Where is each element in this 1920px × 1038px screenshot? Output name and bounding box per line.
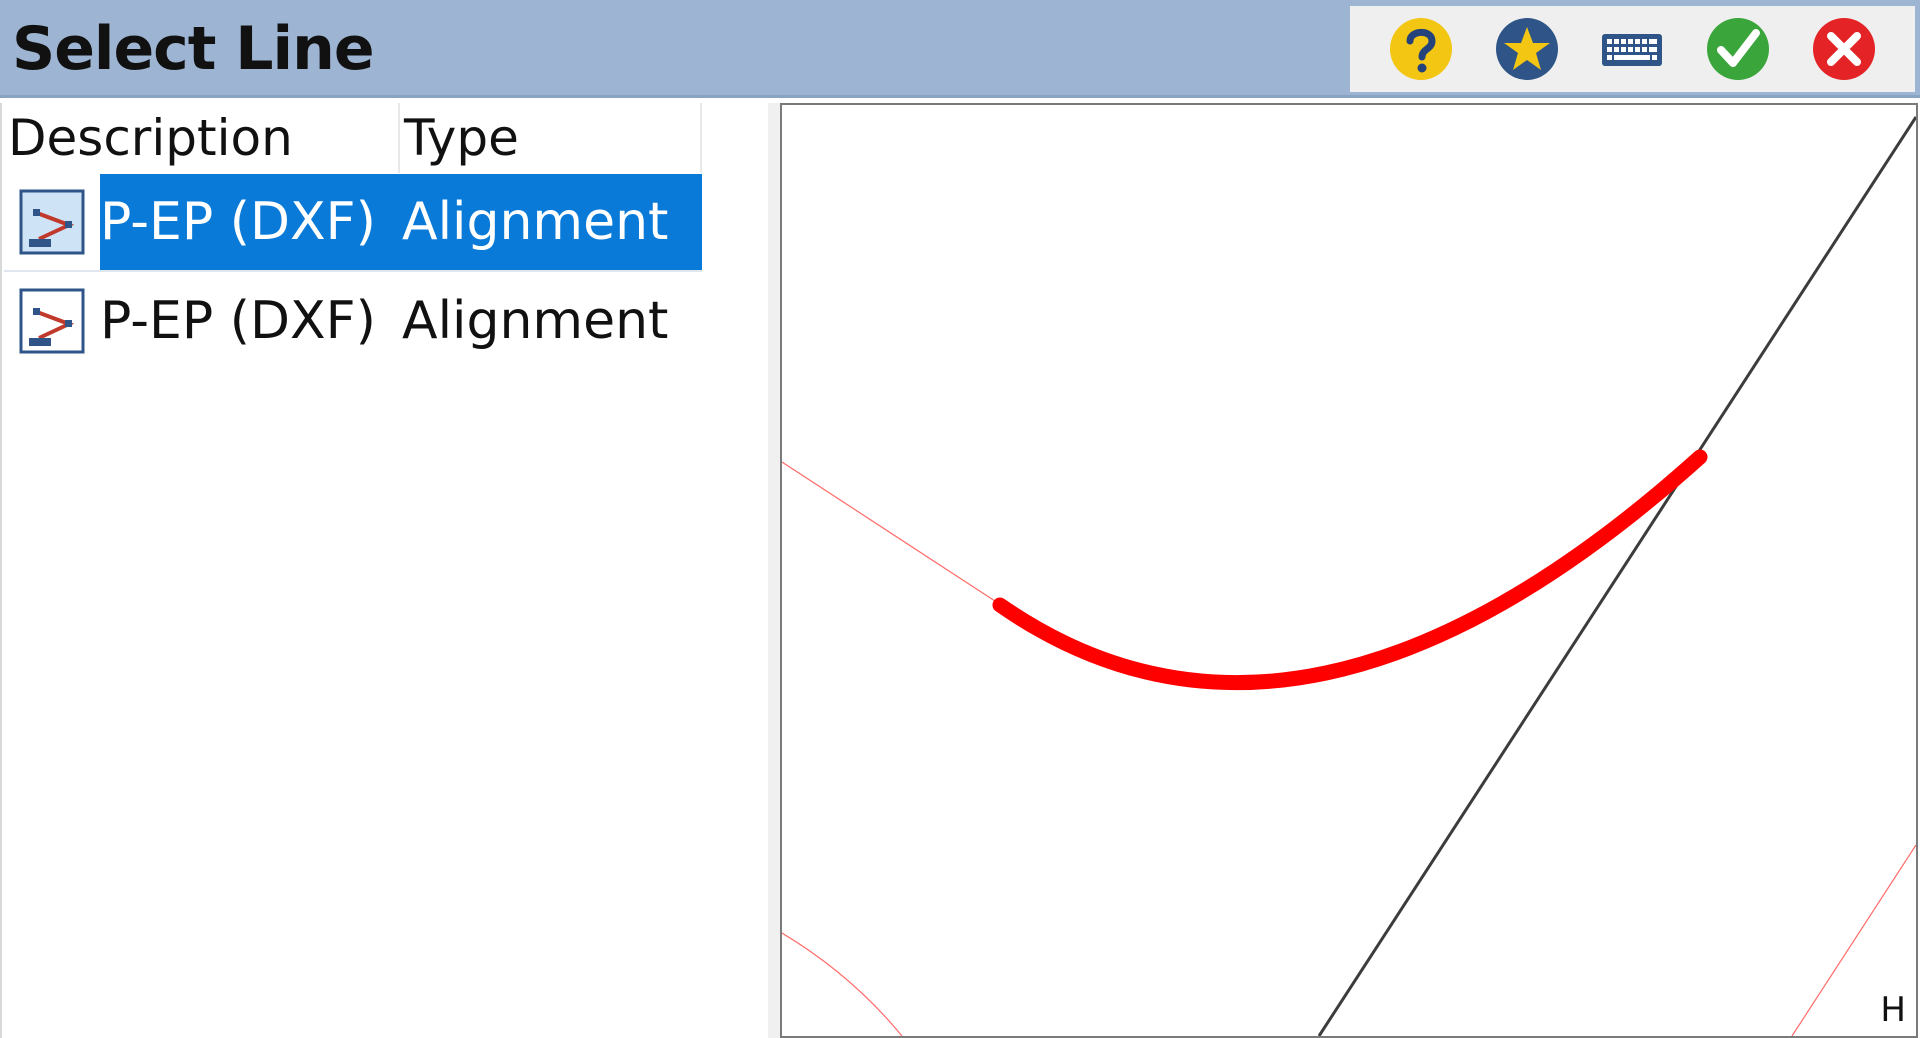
title-bar: Select Line (0, 0, 1920, 98)
list-item[interactable]: P-EP (DXF) Alignment (4, 273, 702, 369)
select-line-window: Select Line Description Type P-EP (DXF) … (0, 0, 1920, 1038)
row-description: P-EP (DXF) (100, 291, 376, 351)
keyboard-button[interactable] (1596, 13, 1668, 85)
selected-line (992, 449, 1708, 691)
list-header: Description Type (2, 103, 702, 173)
reference-line (1317, 116, 1916, 1036)
map-corner-label: H (1880, 990, 1906, 1030)
alignment-icon (4, 273, 100, 369)
map-canvas (782, 116, 1916, 1036)
column-header-description[interactable]: Description (2, 103, 400, 173)
list-item[interactable]: P-EP (DXF) Alignment (4, 174, 702, 272)
panel-splitter[interactable] (768, 103, 780, 1038)
close-icon (1813, 18, 1876, 80)
other-line (782, 932, 903, 1036)
cancel-button[interactable] (1808, 13, 1880, 85)
check-icon (1707, 18, 1770, 80)
alignment-icon (4, 174, 100, 270)
accept-button[interactable] (1702, 13, 1774, 85)
map-view[interactable]: H (780, 103, 1918, 1038)
keyboard-icon (1602, 34, 1663, 66)
row-type: Alignment (402, 291, 669, 351)
star-icon (1495, 18, 1558, 80)
line-list: Description Type P-EP (DXF) Alignment P-… (0, 103, 768, 1038)
page-title: Select Line (12, 14, 375, 84)
row-content: P-EP (DXF) Alignment (100, 273, 702, 369)
other-line (782, 461, 999, 604)
row-type: Alignment (402, 192, 669, 252)
row-description: P-EP (DXF) (100, 192, 376, 252)
question-icon (1389, 18, 1452, 80)
favorites-button[interactable] (1491, 13, 1563, 85)
column-header-type[interactable]: Type (400, 103, 702, 173)
help-button[interactable] (1385, 13, 1457, 85)
row-selection: P-EP (DXF) Alignment (100, 174, 702, 270)
toolbar (1350, 6, 1915, 92)
